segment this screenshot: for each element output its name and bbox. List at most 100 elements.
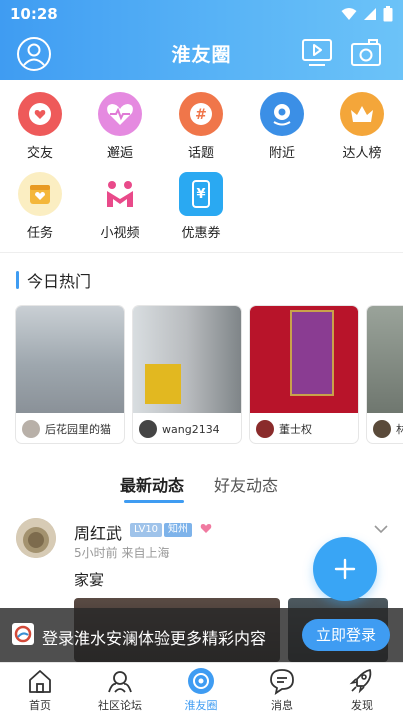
hot-title-text: 今日热门 bbox=[27, 272, 92, 291]
header: 10:28 淮友圈 bbox=[0, 0, 403, 80]
battery-icon bbox=[383, 6, 393, 22]
tab-latest[interactable]: 最新动态 bbox=[120, 472, 184, 496]
grid-label: 附近 bbox=[268, 146, 295, 161]
post-time: 5小时前 来自上海 bbox=[74, 546, 170, 560]
signal-icon bbox=[364, 8, 376, 20]
nav-label: 淮友圈 bbox=[184, 699, 218, 712]
nav-item-home[interactable]: 首页 bbox=[0, 667, 80, 713]
post-avatar[interactable] bbox=[16, 518, 56, 558]
svg-text:¥: ¥ bbox=[196, 187, 205, 202]
card-username: 后花园里的猫 bbox=[45, 423, 111, 436]
quick-grid: 交友 邂逅 # 话题 附近 达人榜 任务 小视频 ¥ 优惠券 bbox=[0, 86, 403, 246]
camera-icon bbox=[351, 39, 381, 66]
status-icons bbox=[341, 6, 393, 22]
hashtag-icon: # bbox=[179, 92, 223, 136]
login-banner: 登录淮水安澜体验更多精彩内容 立即登录 bbox=[0, 608, 403, 662]
avatar bbox=[256, 420, 274, 438]
task-icon bbox=[18, 172, 62, 216]
hot-card[interactable]: 后花园里的猫 bbox=[16, 306, 124, 443]
grid-item-nearby[interactable]: 附近 bbox=[252, 92, 312, 161]
hot-section-title: 今日热门 bbox=[16, 270, 92, 291]
card-username: wang2134 bbox=[162, 422, 220, 436]
hot-cards: 后花园里的猫 wang2134 董士权 林 bbox=[16, 306, 403, 446]
avatar bbox=[373, 420, 391, 438]
heart-icon bbox=[18, 92, 62, 136]
grid-item-encounter[interactable]: 邂逅 bbox=[90, 92, 150, 161]
grid-label: 小视频 bbox=[100, 226, 140, 241]
status-bar: 10:28 bbox=[0, 0, 403, 28]
calligraphy-scroll-shape bbox=[290, 310, 334, 396]
svg-text:#: # bbox=[195, 107, 207, 123]
nav-item-huaiyouquan[interactable]: 淮友圈 bbox=[161, 667, 241, 713]
card-meta: 董士权 bbox=[256, 418, 354, 440]
rocket-icon bbox=[349, 669, 372, 694]
grid-label: 交友 bbox=[26, 146, 53, 161]
create-post-button[interactable] bbox=[313, 537, 377, 601]
grid-item-leaderboard[interactable]: 达人榜 bbox=[332, 92, 392, 161]
card-image bbox=[16, 306, 124, 413]
grid-label: 任务 bbox=[26, 226, 53, 241]
hot-card[interactable]: 董士权 bbox=[250, 306, 358, 443]
post-username[interactable]: 周红武 bbox=[74, 520, 122, 544]
level-badge: LV10 bbox=[130, 523, 163, 537]
grid-item-topics[interactable]: # 话题 bbox=[171, 92, 231, 161]
video-m-icon bbox=[98, 172, 142, 216]
grid-item-tasks[interactable]: 任务 bbox=[10, 172, 70, 241]
page-title: 淮友圈 bbox=[171, 44, 232, 66]
grid-label: 邂逅 bbox=[106, 146, 133, 161]
tab-underline bbox=[124, 500, 184, 503]
hot-card[interactable]: 林 bbox=[367, 306, 403, 443]
grid-item-make-friends[interactable]: 交友 bbox=[10, 92, 70, 161]
camera-button[interactable] bbox=[350, 38, 382, 68]
bottom-nav: 首页 社区论坛 淮友圈 消息 发现 bbox=[0, 662, 403, 716]
grid-label: 优惠券 bbox=[181, 226, 221, 241]
card-image bbox=[133, 306, 241, 413]
post-text: 家宴 bbox=[74, 571, 105, 589]
yellow-bin-shape bbox=[145, 364, 181, 404]
feed-tabs: 最新动态 好友动态 bbox=[0, 466, 403, 506]
nav-bar: 淮友圈 bbox=[0, 30, 403, 80]
circle-active-icon bbox=[188, 668, 214, 694]
app-root: 10:28 淮友圈 交友 邂逅 # 话题 附近 达人榜 任务 小视频 ¥ 优惠券… bbox=[0, 0, 403, 716]
card-username: 董士权 bbox=[279, 423, 312, 436]
wifi-icon bbox=[341, 8, 357, 20]
nav-label: 发现 bbox=[351, 699, 373, 712]
grid-item-short-video[interactable]: 小视频 bbox=[90, 172, 150, 241]
status-time: 10:28 bbox=[10, 5, 58, 23]
grid-label: 话题 bbox=[187, 146, 214, 161]
card-meta: wang2134 bbox=[139, 418, 237, 440]
avatar bbox=[22, 420, 40, 438]
card-meta: 后花园里的猫 bbox=[22, 418, 120, 440]
nav-item-discover[interactable]: 发现 bbox=[322, 667, 402, 713]
nav-label: 首页 bbox=[29, 699, 51, 712]
tv-play-icon bbox=[302, 39, 332, 66]
app-logo bbox=[12, 623, 34, 645]
city-badge: 知州 bbox=[164, 523, 192, 537]
crown-icon bbox=[340, 92, 384, 136]
nav-label: 消息 bbox=[271, 699, 293, 712]
location-icon bbox=[260, 92, 304, 136]
card-image bbox=[250, 306, 358, 413]
grid-label: 达人榜 bbox=[342, 146, 382, 161]
grid-item-coupons[interactable]: ¥ 优惠券 bbox=[171, 172, 231, 241]
coupon-icon: ¥ bbox=[179, 172, 223, 216]
plus-icon bbox=[334, 558, 356, 580]
nav-item-forum[interactable]: 社区论坛 bbox=[80, 667, 160, 713]
nav-label: 社区论坛 bbox=[98, 699, 142, 712]
pulse-heart-icon bbox=[98, 92, 142, 136]
nav-item-messages[interactable]: 消息 bbox=[242, 667, 322, 713]
home-icon bbox=[29, 670, 51, 693]
avatar bbox=[139, 420, 157, 438]
forum-icon bbox=[108, 671, 132, 693]
login-banner-message: 登录淮水安澜体验更多精彩内容 bbox=[42, 629, 267, 648]
tab-friends[interactable]: 好友动态 bbox=[214, 472, 278, 496]
section-divider bbox=[0, 252, 403, 253]
card-image bbox=[367, 306, 403, 413]
login-button[interactable]: 立即登录 bbox=[302, 619, 390, 651]
chevron-down-icon[interactable] bbox=[374, 524, 388, 534]
video-button[interactable] bbox=[301, 38, 333, 68]
heart-icon bbox=[200, 524, 212, 533]
message-icon bbox=[270, 669, 294, 695]
hot-card[interactable]: wang2134 bbox=[133, 306, 241, 443]
card-meta: 林 bbox=[373, 418, 403, 440]
